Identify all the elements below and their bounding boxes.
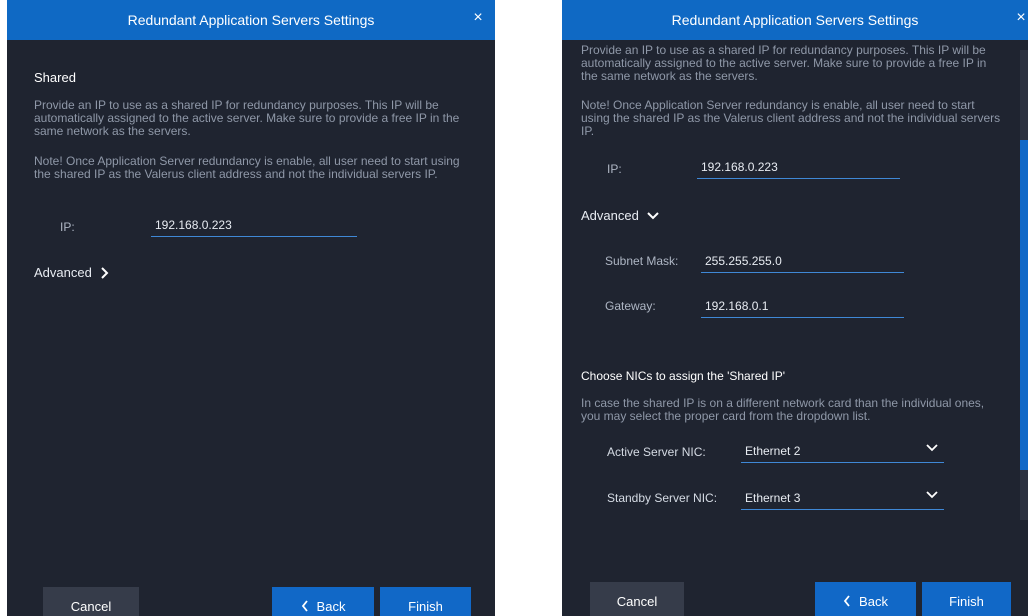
shared-section-title: Shared [34,70,76,85]
advanced-label: Advanced [581,208,639,223]
cancel-button[interactable]: Cancel [43,587,139,616]
settings-dialog-collapsed: Redundant Application Servers Settings ×… [7,0,495,616]
gateway-input[interactable] [701,295,904,317]
chevron-left-icon [301,600,308,612]
close-icon[interactable]: × [1012,9,1028,27]
dialog-titlebar: Redundant Application Servers Settings × [562,0,1028,40]
ip-input[interactable] [697,156,900,178]
dialog-title: Redundant Application Servers Settings [127,12,375,28]
close-icon[interactable]: × [469,9,487,27]
active-nic-value: Ethernet 2 [745,443,801,458]
ip-label: IP: [607,162,622,176]
chevron-down-icon [647,211,659,219]
dialog-content-scrolled: Provide an IP to use as a shared IP for … [562,40,1028,616]
shared-description: Provide an IP to use as a shared IP for … [34,98,460,138]
settings-dialog-expanded: Redundant Application Servers Settings ×… [562,0,1028,616]
back-label: Back [316,598,346,614]
ip-label: IP: [60,220,75,234]
dialog-content: Shared Provide an IP to use as a shared … [7,40,495,616]
chevron-down-icon [926,444,938,452]
shared-description: Provide an IP to use as a shared IP for … [581,43,987,83]
gateway-label: Gateway: [605,299,656,313]
redundancy-note: Note! Once Application Server redundancy… [581,98,1001,138]
ip-input-wrap [697,156,900,179]
finish-button[interactable]: Finish [380,587,471,616]
advanced-label: Advanced [34,265,92,280]
advanced-toggle[interactable]: Advanced [581,208,659,223]
standby-nic-select[interactable]: Ethernet 3 [741,486,944,510]
active-nic-select[interactable]: Ethernet 2 [741,439,944,463]
scrollbar-thumb[interactable] [1020,140,1028,470]
cancel-button[interactable]: Cancel [590,582,684,616]
chevron-right-icon [101,266,109,279]
subnet-mask-input-wrap [701,250,904,273]
back-button[interactable]: Back [815,582,916,616]
back-button[interactable]: Back [272,587,374,616]
subnet-mask-label: Subnet Mask: [605,254,679,268]
chevron-left-icon [843,595,850,607]
redundancy-note: Note! Once Application Server redundancy… [34,154,460,181]
subnet-mask-input[interactable] [701,250,904,272]
back-label: Back [859,593,888,609]
ip-input-wrap [151,214,357,237]
active-nic-label: Active Server NIC: [607,445,706,459]
ip-input[interactable] [151,214,357,236]
chevron-down-icon [926,491,938,499]
finish-button[interactable]: Finish [922,582,1011,616]
dialog-titlebar: Redundant Application Servers Settings × [7,0,495,40]
standby-nic-value: Ethernet 3 [745,490,801,505]
nic-section-title: Choose NICs to assign the 'Shared IP' [581,369,786,383]
standby-nic-label: Standby Server NIC: [607,491,718,505]
gateway-input-wrap [701,295,904,318]
advanced-toggle[interactable]: Advanced [34,265,110,280]
nic-description: In case the shared IP is on a different … [581,396,985,423]
dialog-title: Redundant Application Servers Settings [671,12,919,28]
